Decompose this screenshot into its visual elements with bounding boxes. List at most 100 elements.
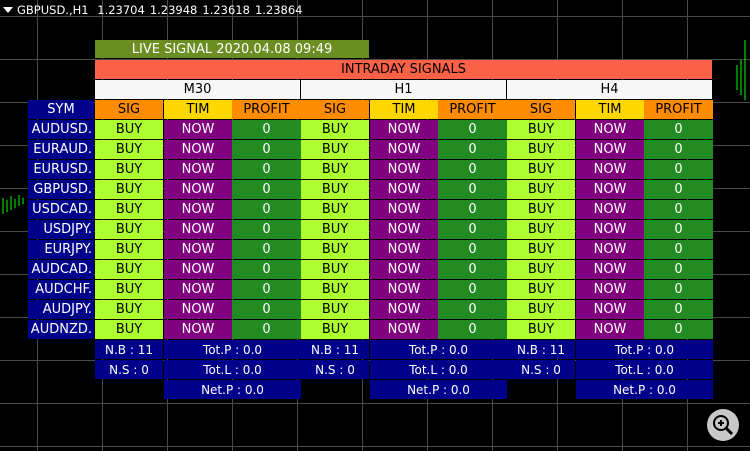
tim-cell: NOW — [576, 120, 644, 139]
sig-cell: BUY — [301, 260, 369, 279]
sig-cell: BUY — [95, 240, 163, 259]
symbol-cell: GBPUSD. — [28, 180, 94, 199]
profit-cell: 0 — [232, 200, 301, 219]
tim-cell: NOW — [164, 200, 232, 219]
profit-cell: 0 — [438, 320, 507, 339]
sig-cell: BUY — [301, 120, 369, 139]
col-header-profit: PROFIT — [232, 100, 301, 119]
sig-cell: BUY — [507, 160, 575, 179]
tim-cell: NOW — [370, 180, 438, 199]
profit-cell: 0 — [644, 200, 713, 219]
col-header-sig: SIG — [507, 100, 575, 119]
tim-cell: NOW — [370, 140, 438, 159]
triangle-down-icon[interactable] — [3, 7, 13, 13]
sig-cell: BUY — [301, 240, 369, 259]
symbol-cell: AUDJPY. — [28, 300, 94, 319]
tim-cell: NOW — [164, 180, 232, 199]
sig-cell: BUY — [301, 200, 369, 219]
profit-cell: 0 — [644, 220, 713, 239]
sig-cell: BUY — [95, 200, 163, 219]
profit-cell: 0 — [438, 180, 507, 199]
col-header-tim: TIM — [576, 100, 644, 119]
profit-cell: 0 — [644, 280, 713, 299]
tim-cell: NOW — [370, 200, 438, 219]
profit-cell: 0 — [438, 300, 507, 319]
tim-cell: NOW — [164, 220, 232, 239]
sig-cell: BUY — [95, 120, 163, 139]
tim-cell: NOW — [164, 300, 232, 319]
tim-cell: NOW — [370, 280, 438, 299]
profit-cell: 0 — [644, 180, 713, 199]
net-profit: Net.P : 0.0 — [370, 380, 507, 399]
profit-cell: 0 — [232, 240, 301, 259]
sig-cell: BUY — [95, 320, 163, 339]
sig-cell: BUY — [301, 160, 369, 179]
tim-cell: NOW — [576, 240, 644, 259]
sym-header: SYM — [28, 100, 94, 119]
sig-cell: BUY — [507, 180, 575, 199]
sig-cell: BUY — [301, 180, 369, 199]
symbol-cell: EURAUD. — [28, 140, 94, 159]
tim-cell: NOW — [164, 120, 232, 139]
sig-cell: BUY — [301, 140, 369, 159]
col-header-sig: SIG — [301, 100, 369, 119]
symbol-cell: AUDUSD. — [28, 120, 94, 139]
buy-count: N.B : 11 — [507, 340, 575, 359]
net-profit: Net.P : 0.0 — [576, 380, 713, 399]
tim-cell: NOW — [576, 220, 644, 239]
symbol-label: GBPUSD.,H1 — [17, 3, 89, 17]
tim-cell: NOW — [370, 220, 438, 239]
zoom-in-icon[interactable] — [706, 408, 740, 442]
sig-cell: BUY — [301, 320, 369, 339]
col-header-profit: PROFIT — [438, 100, 507, 119]
sig-cell: BUY — [507, 120, 575, 139]
profit-cell: 0 — [644, 240, 713, 259]
tim-cell: NOW — [370, 160, 438, 179]
sig-cell: BUY — [507, 280, 575, 299]
total-profit: Tot.P : 0.0 — [370, 340, 507, 359]
sig-cell: BUY — [95, 300, 163, 319]
profit-cell: 0 — [438, 220, 507, 239]
sig-cell: BUY — [95, 260, 163, 279]
symbol-cell: USDJPY. — [28, 220, 94, 239]
sig-cell: BUY — [301, 220, 369, 239]
total-loss: Tot.L : 0.0 — [370, 360, 507, 379]
symbol-cell: EURJPY. — [28, 240, 94, 259]
sell-count: N.S : 0 — [301, 360, 369, 379]
tim-cell: NOW — [164, 240, 232, 259]
sig-cell: BUY — [507, 140, 575, 159]
profit-cell: 0 — [644, 160, 713, 179]
profit-cell: 0 — [232, 220, 301, 239]
profit-cell: 0 — [644, 260, 713, 279]
col-header-profit: PROFIT — [644, 100, 713, 119]
profit-cell: 0 — [438, 160, 507, 179]
tim-cell: NOW — [576, 160, 644, 179]
buy-count: N.B : 11 — [95, 340, 163, 359]
profit-cell: 0 — [232, 160, 301, 179]
profit-cell: 0 — [644, 320, 713, 339]
total-loss: Tot.L : 0.0 — [576, 360, 713, 379]
profit-cell: 0 — [232, 300, 301, 319]
sig-cell: BUY — [507, 320, 575, 339]
tim-cell: NOW — [576, 180, 644, 199]
live-signal-bar: LIVE SIGNAL 2020.04.08 09:49 — [95, 40, 369, 58]
open-price: 1.23704 — [97, 3, 145, 17]
sig-cell: BUY — [95, 160, 163, 179]
total-profit: Tot.P : 0.0 — [576, 340, 713, 359]
col-header-tim: TIM — [164, 100, 232, 119]
profit-cell: 0 — [438, 240, 507, 259]
sell-count: N.S : 0 — [95, 360, 163, 379]
sell-count: N.S : 0 — [507, 360, 575, 379]
profit-cell: 0 — [438, 200, 507, 219]
profit-cell: 0 — [232, 260, 301, 279]
timeframe-h4: H4 — [507, 80, 712, 99]
timeframe-h1: H1 — [301, 80, 506, 99]
profit-cell: 0 — [232, 120, 301, 139]
tim-cell: NOW — [164, 280, 232, 299]
profit-cell: 0 — [644, 120, 713, 139]
buy-count: N.B : 11 — [301, 340, 369, 359]
tim-cell: NOW — [164, 160, 232, 179]
sig-cell: BUY — [507, 240, 575, 259]
sig-cell: BUY — [95, 180, 163, 199]
tim-cell: NOW — [576, 280, 644, 299]
